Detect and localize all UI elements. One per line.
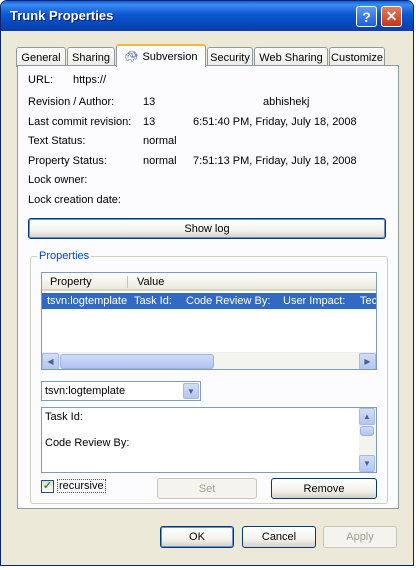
url-value: https:// [73,74,107,86]
tab-label: General [21,51,61,64]
last-commit-label: Last commit revision: [28,116,132,128]
subversion-tab-panel: URL: https:// Revision / Author: 13 abhi… [17,65,399,509]
value-cell-part: Tec [360,295,377,307]
tab-customize[interactable]: Customize [329,47,385,67]
scroll-up-arrow-icon[interactable]: ▲ [359,408,375,425]
window-title: Trunk Properties [10,8,114,23]
tab-subversion[interactable]: 🐢︎ Subversion [116,44,206,67]
revision-value: 13 [143,96,156,108]
chevron-down-icon[interactable]: ▼ [183,383,199,399]
tab-label: Customize [331,51,383,64]
column-divider[interactable] [127,276,128,288]
tab-general[interactable]: General [16,47,66,67]
properties-group: Properties Property Value tsvn:logtempla… [30,250,388,504]
checkmark-icon[interactable]: ✓ [41,480,54,493]
scrollbar-thumb[interactable] [360,426,374,436]
apply-button[interactable]: Apply [323,526,397,548]
close-button[interactable]: ✕ [381,6,402,27]
column-header-property[interactable]: Property [50,276,92,288]
column-header-value[interactable]: Value [137,276,164,288]
scrollbar-thumb[interactable] [60,354,214,369]
tab-label: Security [210,51,250,64]
tab-label: Subversion [142,50,198,63]
set-button[interactable]: Set [157,478,257,499]
lock-date-label: Lock creation date: [28,194,121,206]
scroll-down-arrow-icon[interactable]: ▼ [359,455,375,472]
tab-label: Web Sharing [259,51,323,64]
last-commit-value: 13 [143,116,156,128]
help-button[interactable]: ? [356,6,377,27]
last-commit-date: 6:51:40 PM, Friday, July 18, 2008 [193,116,357,128]
property-name-cell: tsvn:logtemplate [47,295,128,307]
property-value-textarea[interactable]: Task Id: Code Review By: ▲ ▼ [41,407,377,473]
scroll-left-arrow-icon[interactable]: ◀ [42,353,59,369]
title-bar[interactable]: Trunk Properties ? ✕ [1,1,413,31]
value-cell-part: Code Review By: [186,295,271,307]
text-status-value: normal [143,135,177,147]
vertical-scrollbar[interactable]: ▲ ▼ [359,408,376,472]
property-status-label: Property Status: [28,155,107,167]
property-status-date: 7:51:13 PM, Friday, July 18, 2008 [193,155,357,167]
list-header: Property Value [42,273,376,291]
properties-group-label: Properties [37,250,92,262]
combo-value: tsvn:logtemplate [45,385,126,397]
textarea-line: Code Review By: [45,437,130,449]
textarea-line: Task Id: [45,411,83,423]
text-status-label: Text Status: [28,135,86,147]
tab-label: Sharing [72,51,110,64]
cancel-button[interactable]: Cancel [242,526,316,548]
url-label: URL: [28,74,54,86]
properties-list[interactable]: Property Value tsvn:logtemplate Task Id:… [41,272,377,370]
help-icon: ? [362,8,371,25]
close-icon: ✕ [385,8,398,24]
revision-label: Revision / Author: [28,96,115,108]
tab-security[interactable]: Security [207,47,253,67]
value-cell-part: Task Id: [134,295,172,307]
ok-button[interactable]: OK [160,526,234,548]
show-log-button[interactable]: Show log [28,218,386,239]
author-value: abhishekj [263,96,310,108]
tab-sharing[interactable]: Sharing [67,47,115,67]
scroll-right-arrow-icon[interactable]: ▶ [359,353,376,369]
recursive-label[interactable]: recursive [57,479,106,493]
tortoise-icon: 🐢︎ [124,51,139,63]
list-item[interactable]: tsvn:logtemplate Task Id: Code Review By… [42,293,376,309]
lock-owner-label: Lock owner: [28,174,88,186]
value-cell-part: User Impact: [283,295,346,307]
remove-button[interactable]: Remove [271,478,377,499]
property-status-value: normal [143,155,177,167]
tab-web-sharing[interactable]: Web Sharing [254,47,328,67]
property-name-combo[interactable]: tsvn:logtemplate ▼ [41,381,201,401]
horizontal-scrollbar[interactable]: ◀ ▶ [42,352,376,369]
properties-window: Trunk Properties ? ✕ General Sharing 🐢︎ … [0,0,414,566]
